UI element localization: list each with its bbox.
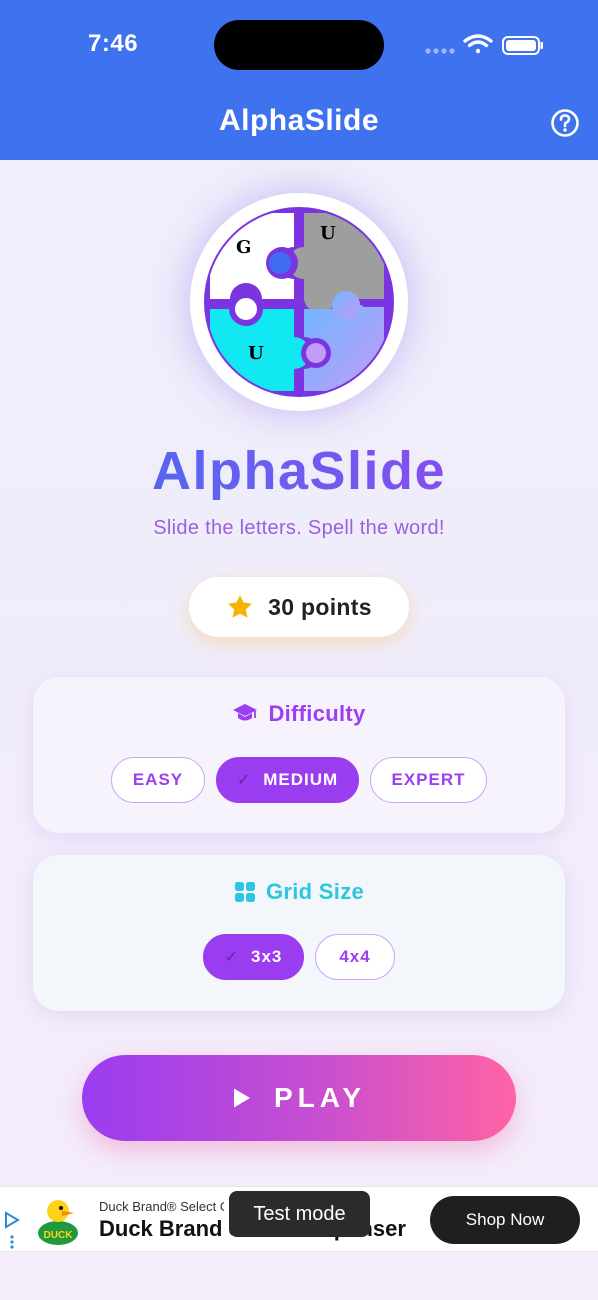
chip-label: EXPERT: [391, 770, 466, 789]
signal-dots-icon: [425, 48, 455, 54]
test-mode-toast: Test mode: [229, 1191, 370, 1237]
top-bar: 7:46 AlphaSlide: [0, 0, 598, 160]
duck-logo-text: DUCK: [44, 1230, 74, 1241]
ad-shop-now-button[interactable]: Shop Now: [430, 1196, 580, 1244]
help-icon[interactable]: [550, 108, 580, 138]
grid-size-card: Grid Size ✓ 3x3 4x4: [33, 855, 565, 1011]
play-button-label: PLAY: [273, 1082, 367, 1113]
play-button[interactable]: PLAY: [82, 1055, 516, 1141]
difficulty-card: Difficulty EASY ✓ MEDIUM EXPERT: [33, 677, 565, 833]
nav-title: AlphaSlide: [218, 104, 380, 137]
ad-subtext: Duck Brand® Select G: [99, 1199, 224, 1214]
hero-title: AlphaSlide: [0, 440, 598, 502]
check-icon: ✓: [236, 772, 252, 789]
grid-size-heading-label: Grid Size: [265, 879, 365, 904]
status-icons: [425, 34, 543, 55]
star-icon: [228, 595, 253, 618]
grid-icon: [234, 882, 255, 902]
chip-label: MEDIUM: [263, 770, 339, 789]
play-icon: [233, 1088, 250, 1108]
difficulty-heading-label: Difficulty: [268, 701, 366, 726]
difficulty-heading: Difficulty: [33, 701, 565, 727]
chip-label: 4x4: [339, 947, 371, 966]
logo-letter-u-bottom: U: [248, 343, 264, 364]
status-time: 7:46: [88, 30, 139, 57]
grid-3x3-chip[interactable]: ✓ 3x3: [203, 934, 304, 980]
difficulty-medium-chip[interactable]: ✓ MEDIUM: [216, 757, 359, 803]
app-logo: G U U: [190, 193, 408, 411]
check-icon: ✓: [224, 949, 240, 966]
logo-letter-u-top: U: [320, 223, 336, 244]
difficulty-expert-chip[interactable]: EXPERT: [370, 757, 487, 803]
graduation-cap-icon: [233, 704, 258, 721]
chip-label: 3x3: [251, 947, 283, 966]
wifi-icon: [463, 34, 493, 54]
duck-brand-logo: DUCK: [38, 1200, 78, 1245]
logo-letter-g: G: [236, 237, 251, 258]
chip-label: EASY: [132, 770, 184, 789]
difficulty-easy-chip[interactable]: EASY: [111, 757, 205, 803]
ad-choices-icon[interactable]: [4, 1211, 20, 1251]
grid-size-heading: Grid Size: [33, 879, 565, 905]
puzzle-logo-icon: G U U: [204, 207, 394, 397]
dynamic-island: [214, 20, 384, 70]
grid-4x4-chip[interactable]: 4x4: [315, 934, 395, 980]
points-text: 30 points: [268, 593, 372, 620]
points-badge: 30 points: [189, 577, 409, 637]
battery-icon: [502, 36, 543, 55]
tagline: Slide the letters. Spell the word!: [153, 517, 445, 539]
